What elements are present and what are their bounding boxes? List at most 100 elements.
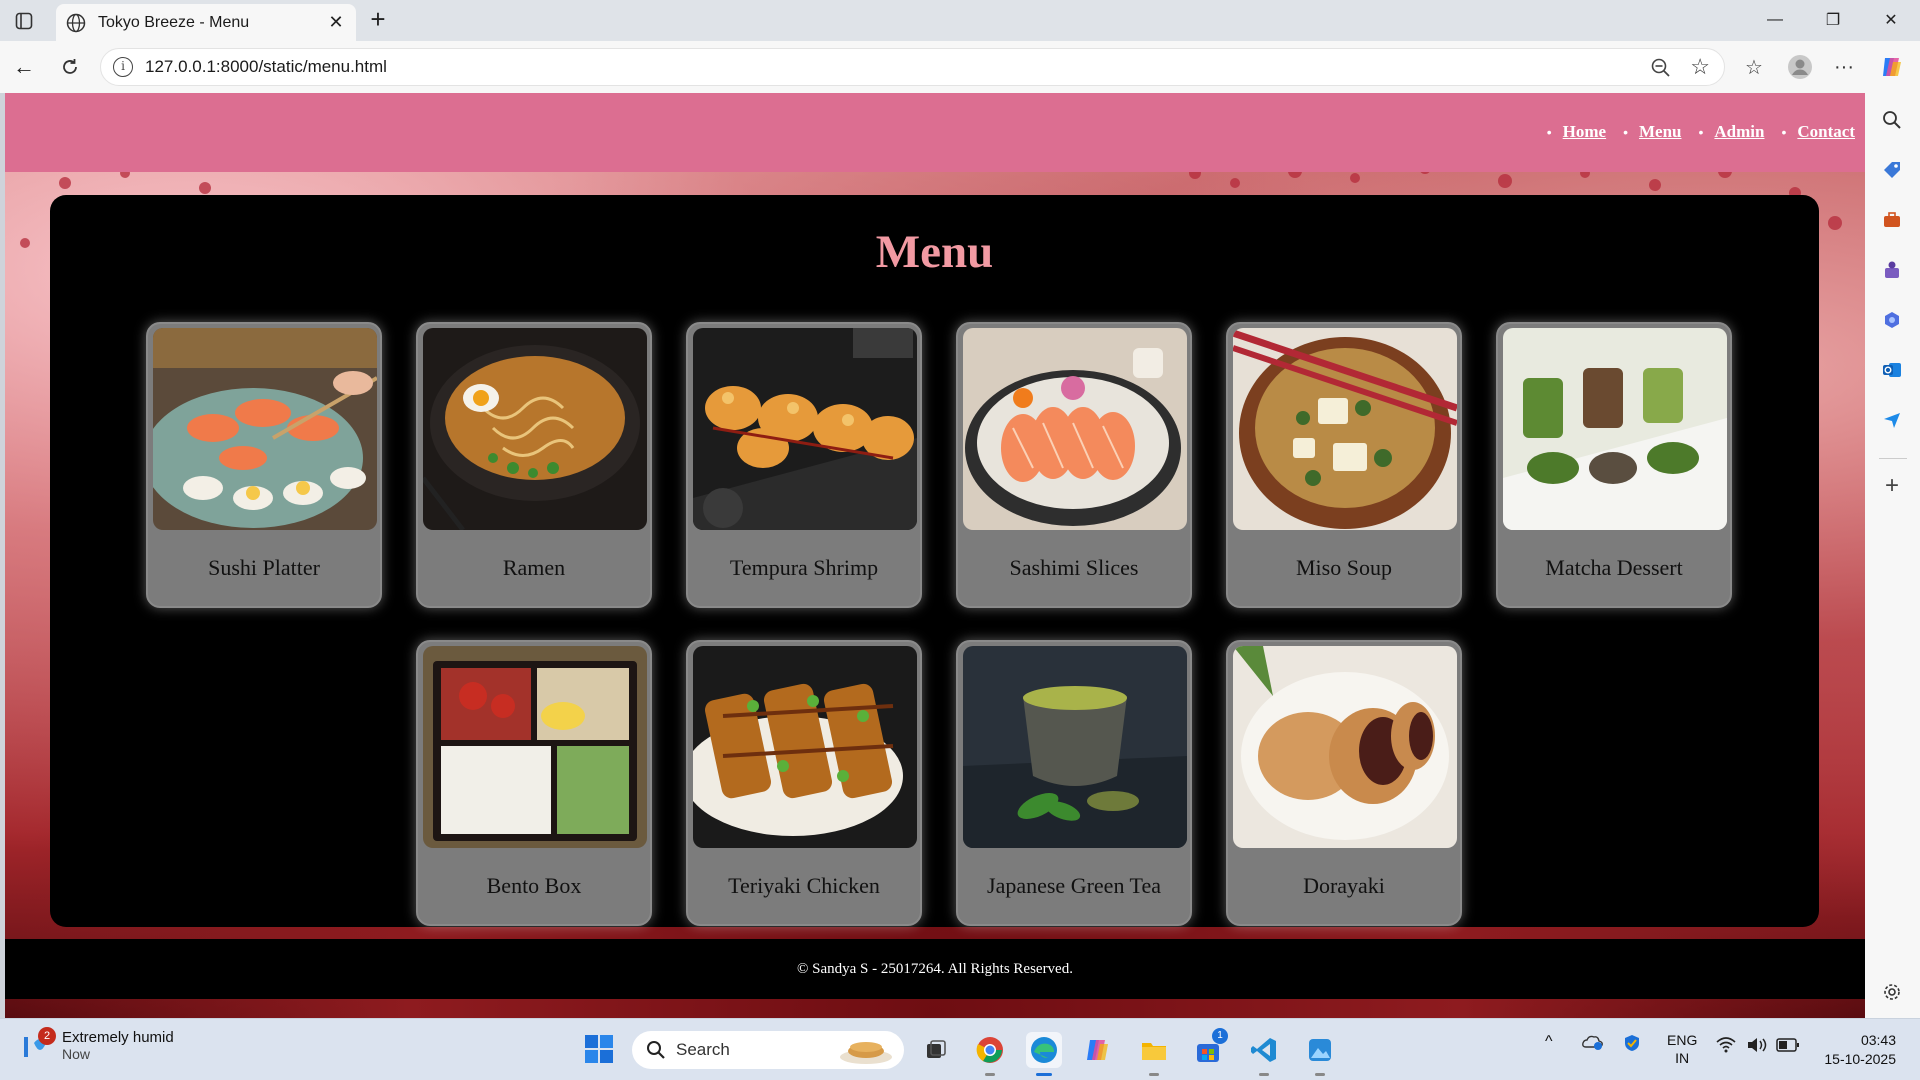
volume-icon[interactable] [1746,1037,1768,1056]
miso-photo [1233,328,1457,530]
sushi-photo [153,328,377,530]
task-view-icon[interactable] [918,1032,954,1068]
profile-avatar[interactable] [1784,51,1816,83]
page-title: Menu [875,226,994,278]
taskbar-search[interactable]: Search [632,1031,904,1069]
file-explorer-icon[interactable] [1136,1032,1172,1076]
site-header: Home Menu Admin Contact [5,93,1865,172]
send-icon[interactable] [1879,407,1905,433]
menu-item-name: Bento Box [486,873,582,898]
menu-item-name: Ramen [502,555,566,580]
url-field[interactable]: i 127.0.0.1:8000/static/menu.html ☆ [100,48,1725,86]
refresh-button[interactable] [54,51,86,83]
store-badge: 1 [1212,1028,1228,1044]
weather-subtitle: Now [62,1046,91,1062]
bento-photo [423,646,647,848]
menu-item-name: Sushi Platter [208,555,320,580]
wifi-icon[interactable] [1716,1037,1736,1056]
menu-card[interactable]: Sashimi Slices [956,322,1192,608]
settings-gear-icon[interactable] [1879,979,1905,1005]
outlook-icon[interactable] [1879,357,1905,383]
copilot-apps-icon[interactable] [1879,307,1905,333]
search-icon [647,1041,665,1059]
dorayaki-photo [1233,646,1457,848]
sashimi-photo [963,328,1187,530]
footer-text: © Sandya S - 25017264. All Rights Reserv… [797,961,1073,977]
menu-panel: Menu Sushi Platter Ramen Tempura Shrimp … [50,195,1819,927]
clock-time: 03:43 [1860,1032,1896,1048]
menu-card[interactable]: Matcha Dessert [1496,322,1732,608]
menu-item-name: Sashimi Slices [1009,555,1139,580]
nav-link-menu[interactable]: Menu [1639,122,1682,142]
edge-icon[interactable] [1026,1032,1062,1076]
address-bar: ← i 127.0.0.1:8000/static/menu.html ☆ ☆ … [0,41,1920,93]
copilot-app-icon[interactable] [1080,1032,1116,1068]
nav-link-admin[interactable]: Admin [1714,122,1764,142]
language-indicator[interactable]: ENG IN [1667,1031,1697,1067]
site-info-icon[interactable]: i [113,57,133,77]
battery-icon[interactable] [1776,1038,1800,1055]
minimize-button[interactable]: — [1752,6,1798,34]
menu-card[interactable]: Miso Soup [1226,322,1462,608]
menu-card[interactable]: Teriyaki Chicken [686,640,922,926]
menu-card[interactable]: Japanese Green Tea [956,640,1192,926]
start-button[interactable] [582,1032,616,1066]
add-icon[interactable]: + [1879,472,1905,499]
menu-card[interactable]: Sushi Platter [146,322,382,608]
close-window-button[interactable]: ✕ [1868,6,1914,34]
store-icon[interactable]: 1 [1190,1028,1228,1068]
vscode-icon[interactable] [1246,1032,1282,1076]
browser-tab-bar: Tokyo Breeze - Menu ✕ + — ❐ ✕ [0,0,1920,41]
tab-actions-icon[interactable] [10,7,38,35]
copilot-icon[interactable] [1876,51,1908,83]
ramen-photo [423,328,647,530]
search-icon[interactable] [1879,107,1905,133]
web-page: Home Menu Admin Contact Menu Sushi Platt… [5,93,1865,1018]
notification-badge: 2 [38,1026,56,1045]
favorite-star-icon[interactable]: ☆ [1690,54,1710,80]
url-text: 127.0.0.1:8000/static/menu.html [145,57,387,76]
menu-card[interactable]: Dorayaki [1226,640,1462,926]
site-nav: Home Menu Admin Contact [1530,122,1855,142]
favorites-icon[interactable]: ☆ [1738,51,1770,83]
security-shield-icon[interactable] [1622,1033,1642,1056]
tempura-photo [693,328,917,530]
menu-item-name: Teriyaki Chicken [728,873,880,898]
chrome-icon[interactable] [972,1032,1008,1076]
green-tea-photo [963,646,1187,848]
close-tab-icon[interactable]: ✕ [326,12,346,33]
menu-item-name: Miso Soup [1296,555,1392,580]
menu-item-name: Tempura Shrimp [729,555,879,580]
zoom-icon[interactable] [1650,57,1672,79]
active-tab[interactable]: Tokyo Breeze - Menu ✕ [56,4,356,41]
back-button[interactable]: ← [8,51,40,83]
toolbox-icon[interactable] [1879,207,1905,233]
games-icon[interactable] [1879,257,1905,283]
search-label: Search [676,1040,730,1059]
pancake-icon [840,1042,892,1064]
more-options-icon[interactable]: ··· [1828,51,1860,83]
menu-item-name: Dorayaki [1303,873,1385,898]
onedrive-icon[interactable] [1582,1033,1604,1054]
menu-card[interactable]: Ramen [416,322,652,608]
teriyaki-photo [693,646,917,848]
nav-link-contact[interactable]: Contact [1797,122,1855,142]
nav-link-home[interactable]: Home [1563,122,1606,142]
photos-app-icon[interactable] [1302,1032,1338,1076]
menu-item-name: Matcha Dessert [1545,555,1683,580]
show-hidden-icons-chevron-icon[interactable]: ^ [1545,1033,1553,1051]
sidebar-divider [1879,458,1907,459]
weather-widget[interactable]: 2 Extremely humid Now [20,1026,174,1062]
new-tab-button[interactable]: + [364,6,392,34]
shopping-tag-icon[interactable] [1879,157,1905,183]
clock-date: 15-10-2025 [1824,1051,1896,1067]
menu-card[interactable]: Bento Box [416,640,652,926]
matcha-photo [1503,328,1727,530]
taskbar: 2 Extremely humid Now Search 1 ^ ENG IN … [0,1018,1920,1080]
site-footer: © Sandya S - 25017264. All Rights Reserv… [5,939,1865,999]
taskbar-clock[interactable]: 03:43 15-10-2025 [1824,1031,1896,1069]
restore-button[interactable]: ❐ [1810,6,1856,34]
tab-title: Tokyo Breeze - Menu [98,13,250,31]
menu-card[interactable]: Tempura Shrimp [686,322,922,608]
menu-item-name: Japanese Green Tea [987,873,1161,898]
